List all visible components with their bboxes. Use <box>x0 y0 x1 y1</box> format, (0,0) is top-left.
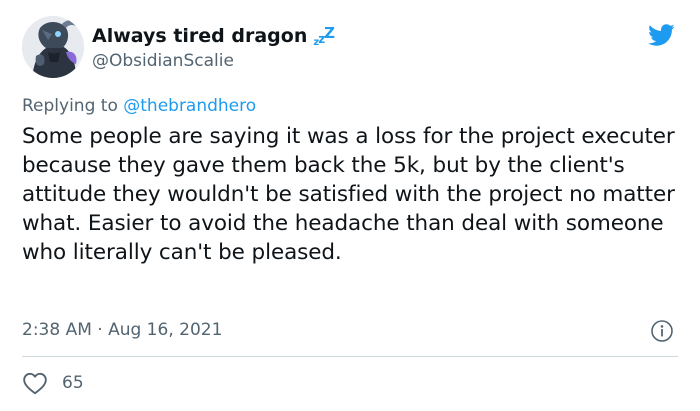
divider <box>22 356 678 357</box>
twitter-bird-icon[interactable] <box>645 21 677 49</box>
tweet-timestamp[interactable]: 2:38 AM · Aug 16, 2021 <box>22 320 222 340</box>
like-count: 65 <box>62 373 84 393</box>
replying-to-prefix: Replying to <box>22 96 124 116</box>
heart-icon[interactable] <box>22 371 48 395</box>
zzz-icon: zzZ <box>313 24 335 48</box>
like-action[interactable]: 65 <box>22 370 84 396</box>
replying-to-line: Replying to @thebrandhero <box>22 96 256 116</box>
display-name-text: Always tired dragon <box>92 25 308 47</box>
tweet-card: Always tired dragon zzZ @ObsidianScalie R… <box>0 0 700 411</box>
info-icon[interactable] <box>650 319 674 343</box>
author-handle[interactable]: @ObsidianScalie <box>92 51 234 71</box>
tweet-text: Some people are saying it was a loss for… <box>22 124 675 265</box>
avatar[interactable] <box>22 16 84 78</box>
author-display-name[interactable]: Always tired dragon zzZ <box>92 24 335 48</box>
reply-mention-link[interactable]: @thebrandhero <box>123 96 256 116</box>
avatar-dragon-image <box>22 16 84 78</box>
